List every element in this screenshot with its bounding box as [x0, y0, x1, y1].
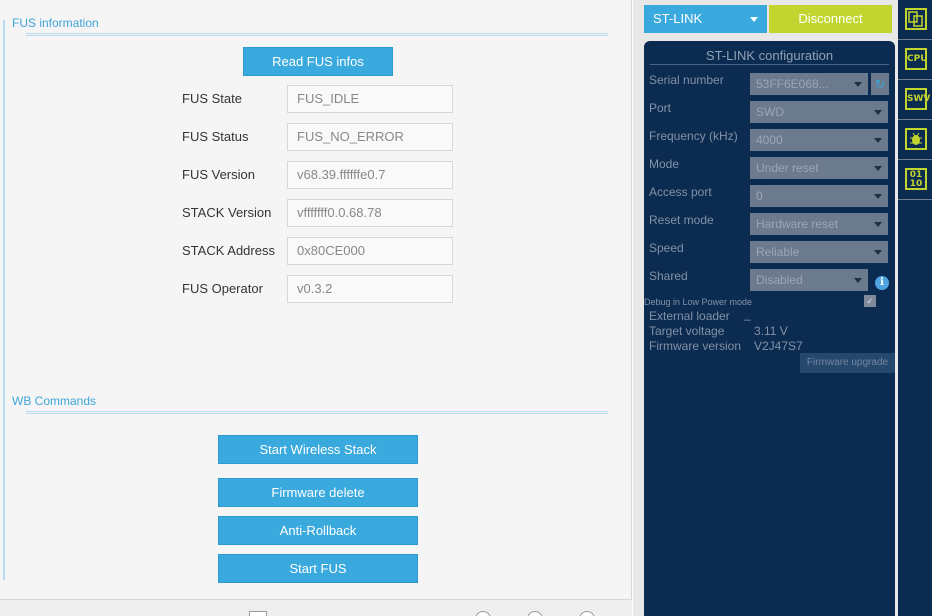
shared-select[interactable]: Disabled — [750, 269, 868, 291]
shared-value: Disabled — [756, 273, 803, 287]
frequency-value: 4000 — [756, 133, 783, 147]
binary-icon: 01 10 — [905, 168, 927, 190]
firmware-version-value: V2J47S7 — [754, 339, 803, 353]
probe-select-value: ST-LINK — [653, 11, 703, 26]
toolbar-item-memory[interactable] — [898, 0, 932, 40]
frequency-label: Frequency (kHz) — [649, 129, 738, 143]
stlink-config-divider — [650, 64, 889, 65]
toolbar-item-binary[interactable]: 01 10 — [898, 160, 932, 200]
mode-select[interactable]: Under reset — [750, 157, 888, 179]
status-square-control[interactable] — [249, 611, 267, 616]
fus-state-field: FUS_IDLE — [287, 85, 453, 113]
chevron-down-icon — [750, 17, 758, 22]
mode-value: Under reset — [756, 161, 819, 175]
stack-version-field: vfffffff0.0.68.78 — [287, 199, 453, 227]
fus-state-label: FUS State — [182, 91, 242, 106]
debug-low-power-label: Debug in Low Power mode — [644, 297, 753, 307]
stlink-config-panel: ST-LINK configuration Serial number 53FF… — [644, 41, 895, 616]
reset-mode-select[interactable]: Hardware reset — [750, 213, 888, 235]
chevron-down-icon — [854, 278, 862, 283]
fus-info-divider — [26, 33, 608, 36]
chevron-down-icon — [874, 222, 882, 227]
refresh-icon[interactable]: ↻ — [871, 73, 889, 95]
shared-label: Shared — [649, 269, 688, 283]
speed-select[interactable]: Reliable — [750, 241, 888, 263]
serial-number-select[interactable]: 53FF6E068... — [750, 73, 868, 95]
cpu-icon: CPU — [905, 48, 928, 70]
firmware-version-label: Firmware version — [649, 339, 742, 353]
read-fus-infos-button[interactable]: Read FUS infos — [243, 47, 393, 76]
toolbar-item-swv[interactable]: SWV — [898, 80, 932, 120]
access-port-value: 0 — [756, 189, 763, 203]
fus-operator-field: v0.3.2 — [287, 275, 453, 303]
memory-file-icon — [905, 8, 927, 30]
anti-rollback-button[interactable]: Anti-Rollback — [218, 516, 418, 545]
chevron-down-icon — [874, 138, 882, 143]
serial-number-value: 53FF6E068... — [756, 77, 829, 91]
access-port-select[interactable]: 0 — [750, 185, 888, 207]
stack-version-label: STACK Version — [182, 205, 272, 220]
fus-status-label: FUS Status — [182, 129, 249, 144]
mode-label: Mode — [649, 157, 680, 171]
wb-commands-section-title: WB Commands — [12, 394, 97, 408]
external-loader-value: _ — [744, 307, 751, 321]
reset-mode-value: Hardware reset — [756, 217, 839, 231]
chevron-down-icon — [874, 250, 882, 255]
fus-version-field: v68.39.ffffffe0.7 — [287, 161, 453, 189]
firmware-delete-button[interactable]: Firmware delete — [218, 478, 418, 507]
fus-operator-label: FUS Operator — [182, 281, 263, 296]
info-icon[interactable]: i — [875, 276, 889, 290]
external-loader-label: External loader — [649, 309, 730, 323]
target-voltage-label: Target voltage — [649, 324, 725, 338]
panel-left-border — [3, 20, 5, 580]
chevron-down-icon — [874, 166, 882, 171]
frequency-select[interactable]: 4000 — [750, 129, 888, 151]
chevron-down-icon — [874, 110, 882, 115]
port-select[interactable]: SWD — [750, 101, 888, 123]
start-wireless-stack-button[interactable]: Start Wireless Stack — [218, 435, 418, 464]
toolbar-item-cpu[interactable]: CPU — [898, 40, 932, 80]
stack-address-label: STACK Address — [182, 243, 275, 258]
chevron-down-icon — [854, 82, 862, 87]
chevron-down-icon — [874, 194, 882, 199]
port-value: SWD — [756, 105, 784, 119]
speed-value: Reliable — [756, 245, 800, 259]
target-voltage-value: 3.11 V — [754, 324, 788, 338]
port-label: Port — [649, 101, 672, 115]
speed-label: Speed — [649, 241, 684, 255]
disconnect-button[interactable]: Disconnect — [769, 5, 892, 33]
fus-panel: FUS information Read FUS infos FUS State… — [0, 0, 632, 616]
fus-info-section-title: FUS information — [12, 16, 99, 30]
reset-mode-label: Reset mode — [649, 213, 714, 227]
access-port-label: Access port — [649, 185, 712, 199]
firmware-upgrade-button[interactable]: Firmware upgrade — [800, 353, 895, 373]
debug-low-power-checkbox[interactable]: ✓ — [864, 295, 876, 307]
bug-icon — [905, 128, 927, 150]
swv-icon: SWV — [905, 88, 930, 110]
wb-commands-divider — [26, 411, 608, 414]
start-fus-button[interactable]: Start FUS — [218, 554, 418, 583]
probe-select[interactable]: ST-LINK — [644, 5, 767, 33]
stlink-config-title: ST-LINK configuration — [705, 48, 834, 63]
fus-status-field: FUS_NO_ERROR — [287, 123, 453, 151]
toolbar-item-debug[interactable] — [898, 120, 932, 160]
side-toolbar: CPU SWV 01 10 — [898, 0, 932, 616]
stack-address-field: 0x80CE000 — [287, 237, 453, 265]
fus-version-label: FUS Version — [182, 167, 255, 182]
serial-number-label: Serial number — [649, 73, 724, 87]
